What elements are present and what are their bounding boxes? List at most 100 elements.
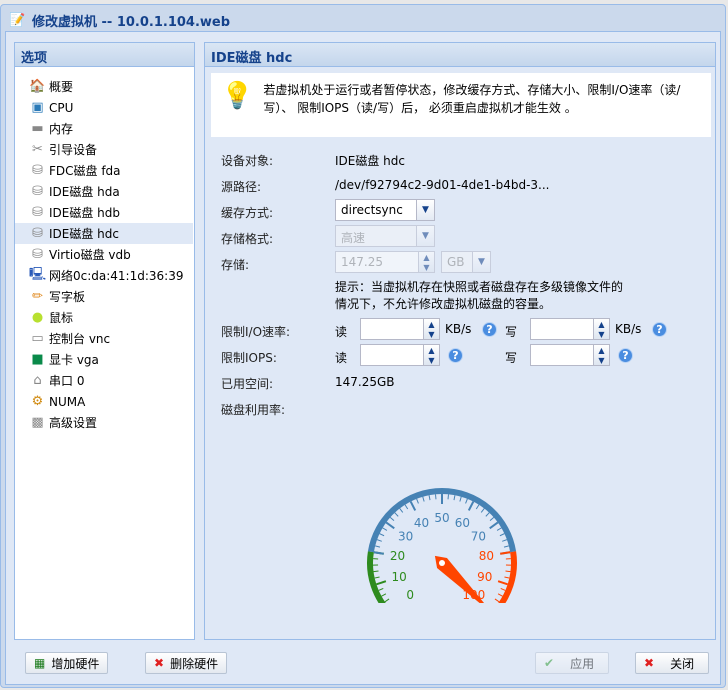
numa-icon: ⚙ xyxy=(31,394,44,409)
options-title: 选项 xyxy=(15,43,194,67)
gauge-band xyxy=(498,551,517,603)
io-read-stepper[interactable]: ▲ ▼ xyxy=(360,318,440,340)
help-icon[interactable]: ? xyxy=(618,348,633,363)
gauge-tick xyxy=(489,521,499,530)
help-icon[interactable]: ? xyxy=(652,322,667,337)
sidebar-item[interactable]: 🏠 概要 xyxy=(15,76,193,97)
close-button[interactable]: ✖ 关闭 xyxy=(635,652,709,674)
sidebar-item-label: 鼠标 xyxy=(49,311,74,325)
gauge-tick xyxy=(500,587,506,591)
sidebar-item[interactable]: ■ 显卡 vga xyxy=(15,349,193,370)
down-icon[interactable]: ▼ xyxy=(424,355,439,365)
gauge-tick xyxy=(409,501,417,511)
sidebar-item-label: 高级设置 xyxy=(49,416,98,430)
apply-button[interactable]: ✔ 应用 xyxy=(535,652,609,674)
sidebar-item[interactable]: ⛁ IDE磁盘 hda xyxy=(15,181,193,202)
gauge-tick xyxy=(497,593,503,597)
dialog-window: 📝 修改虚拟机 -- 10.0.1.104.web 选项 🏠 概要 ▣ CPU ▬ 内存 ✂… xyxy=(0,4,726,688)
sidebar-item[interactable]: ⚙ NUMA xyxy=(15,391,193,412)
sidebar-item-label: IDE磁盘 hda xyxy=(49,185,120,199)
disk-icon: ⛁ xyxy=(32,184,43,199)
format-label: 存储格式: xyxy=(221,232,274,246)
down-icon[interactable]: ▼ xyxy=(419,262,434,272)
detail-title: IDE磁盘 hdc xyxy=(205,43,715,67)
up-icon[interactable]: ▲ xyxy=(424,345,439,355)
network-icon: 🖳 xyxy=(28,266,47,282)
home-icon: 🏠 xyxy=(29,79,46,94)
help-icon[interactable]: ? xyxy=(448,348,463,363)
disk-icon: ⛁ xyxy=(32,205,43,220)
gauge-tick xyxy=(422,496,425,502)
sidebar-item[interactable]: ● 鼠标 xyxy=(15,307,193,328)
pencil-icon: ✏ xyxy=(32,289,43,304)
io-write-stepper[interactable]: ▲ ▼ xyxy=(530,318,610,340)
sidebar-item-label: 串口 0 xyxy=(49,374,85,388)
hardware-icon: ▦ xyxy=(34,656,46,670)
sidebar-item[interactable]: ✂ 引导设备 xyxy=(15,139,193,160)
io-label: 限制I/O速率: xyxy=(221,325,291,339)
gauge-tick-label: 80 xyxy=(479,549,494,563)
sidebar-item-label: CPU xyxy=(49,100,74,115)
gauge-tick-label: 90 xyxy=(477,570,492,584)
chevron-down-icon[interactable]: ▼ xyxy=(472,252,490,272)
down-icon[interactable]: ▼ xyxy=(424,329,439,339)
sidebar-item[interactable]: ▣ CPU xyxy=(15,97,193,118)
gauge-tick xyxy=(374,576,380,579)
sidebar-item[interactable]: ▩ 高级设置 xyxy=(15,412,193,433)
io-write-unit: KB/s xyxy=(615,322,642,336)
gauge-tick xyxy=(465,498,468,504)
sidebar-item[interactable]: 🖳 网络0c:da:41:1d:36:39 xyxy=(15,265,193,286)
close-icon: ✖ xyxy=(154,656,165,670)
up-icon[interactable]: ▲ xyxy=(419,252,434,262)
path-label: 源路径: xyxy=(221,180,262,194)
sidebar-item[interactable]: ⛁ IDE磁盘 hdc xyxy=(15,223,193,244)
up-icon[interactable]: ▲ xyxy=(594,345,609,355)
sidebar-item[interactable]: ✏ 写字板 xyxy=(15,286,193,307)
iops-write-stepper[interactable]: ▲ ▼ xyxy=(530,344,610,366)
iops-read-label: 读 xyxy=(335,351,348,365)
down-icon[interactable]: ▼ xyxy=(594,329,609,339)
up-icon[interactable]: ▲ xyxy=(424,319,439,329)
gauge-tick xyxy=(459,496,462,502)
gauge-tick-label: 70 xyxy=(471,530,486,544)
sidebar-item-label: 网络0c:da:41:1d:36:39 xyxy=(49,269,184,283)
iops-write-label: 写 xyxy=(505,351,518,365)
iops-read-stepper[interactable]: ▲ ▼ xyxy=(360,344,440,366)
gauge-tick xyxy=(404,504,409,510)
sidebar-item[interactable]: ⌂ 串口 0 xyxy=(15,370,193,391)
gauge-tick xyxy=(384,598,390,603)
sidebar-item[interactable]: ⛁ FDC磁盘 fda xyxy=(15,160,193,181)
edit-icon: 📝 xyxy=(9,12,26,28)
chevron-down-icon[interactable]: ▼ xyxy=(416,200,434,220)
disk-usage-gauge: 0102030405060708090100100% xyxy=(367,488,517,603)
gauge-tick xyxy=(505,570,511,573)
chevron-down-icon[interactable]: ▼ xyxy=(416,226,434,246)
gauge-tick xyxy=(453,495,456,501)
sidebar-item[interactable]: ▬ 内存 xyxy=(15,118,193,139)
storage-size-stepper[interactable]: 147.25 ▲ ▼ xyxy=(335,251,435,273)
io-read-label: 读 xyxy=(335,325,348,339)
storage-label: 存储: xyxy=(221,258,250,272)
down-icon[interactable]: ▼ xyxy=(594,355,609,365)
sidebar-item[interactable]: ⛁ IDE磁盘 hdb xyxy=(15,202,193,223)
format-select[interactable]: 高速 ▼ xyxy=(335,225,435,247)
sidebar-item-label: 写字板 xyxy=(49,290,86,304)
usage-label: 磁盘利用率: xyxy=(221,403,286,417)
gauge-tick xyxy=(376,539,382,542)
used-value: 147.25GB xyxy=(335,375,395,389)
up-icon[interactable]: ▲ xyxy=(594,319,609,329)
sidebar-item[interactable]: ▭ 控制台 vnc xyxy=(15,328,193,349)
cache-select[interactable]: directsync ▼ xyxy=(335,199,435,221)
sidebar-item-label: 显卡 vga xyxy=(49,353,99,367)
device-value: IDE磁盘 hdc xyxy=(335,154,405,168)
sidebar-item-label: NUMA xyxy=(49,394,86,409)
gauge-tick xyxy=(504,576,510,579)
help-icon[interactable]: ? xyxy=(482,322,497,337)
sidebar-item[interactable]: ⛁ Virtio磁盘 vdb xyxy=(15,244,193,265)
remove-hardware-button[interactable]: ✖ 删除硬件 xyxy=(145,652,228,674)
sidebar-item-label: FDC磁盘 fda xyxy=(49,164,121,178)
add-hardware-button[interactable]: ▦ 增加硬件 xyxy=(25,652,109,674)
storage-unit-select[interactable]: GB ▼ xyxy=(441,251,491,273)
gauge-tick-label: 20 xyxy=(390,549,405,563)
options-panel: 选项 🏠 概要 ▣ CPU ▬ 内存 ✂ 引导设备 ⛁ FDC磁盘 fda ⛁ IDE磁盘 hda ⛁ I… xyxy=(14,42,195,640)
